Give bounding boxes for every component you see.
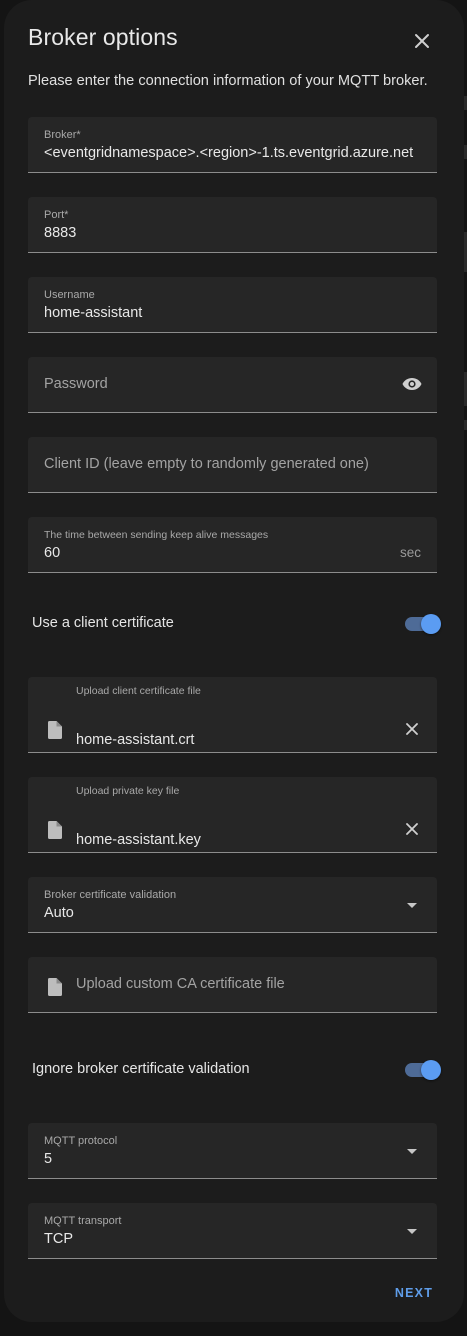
private-key-upload[interactable]: Upload private key file home-assistant.k… [28, 777, 437, 853]
remove-private-key-button[interactable] [401, 818, 423, 840]
client-certificate-upload[interactable]: Upload client certificate file home-assi… [28, 677, 437, 753]
cert-validation-value: Auto [44, 905, 74, 921]
username-label: Username [44, 289, 95, 301]
client-certificate-row: Use a client certificate [32, 611, 441, 639]
client-certificate-upload-label: Upload client certificate file [76, 685, 201, 697]
password-input[interactable]: Password [44, 376, 108, 392]
mqtt-protocol-value: 5 [44, 1151, 52, 1167]
keepalive-input[interactable]: 60 [44, 545, 60, 561]
next-button[interactable]: NEXT [384, 1279, 444, 1307]
private-key-filename: home-assistant.key [76, 832, 201, 848]
client-certificate-label: Use a client certificate [32, 615, 174, 631]
ignore-validation-label: Ignore broker certificate validation [32, 1061, 250, 1077]
chevron-down-icon [401, 1220, 423, 1242]
cert-validation-select[interactable]: Broker certificate validation Auto [28, 877, 437, 933]
dialog-description: Please enter the connection information … [28, 73, 428, 89]
ignore-validation-row: Ignore broker certificate validation [32, 1057, 441, 1085]
chevron-down-icon [401, 1140, 423, 1162]
ca-certificate-upload-label: Upload custom CA certificate file [76, 976, 285, 992]
keepalive-unit: sec [400, 545, 421, 560]
port-label: Port* [44, 209, 68, 221]
ca-certificate-upload[interactable]: Upload custom CA certificate file [28, 957, 437, 1013]
file-icon [46, 719, 64, 741]
close-icon [414, 33, 430, 49]
keepalive-label: The time between sending keep alive mess… [44, 529, 268, 541]
mqtt-protocol-label: MQTT protocol [44, 1135, 117, 1147]
broker-options-dialog: Broker options Please enter the connecti… [4, 0, 464, 1322]
username-field[interactable]: Username home-assistant [28, 277, 437, 333]
dialog-title: Broker options [28, 24, 178, 51]
file-icon [46, 819, 64, 841]
port-input[interactable]: 8883 [44, 225, 76, 241]
remove-client-certificate-button[interactable] [401, 718, 423, 740]
mqtt-protocol-select[interactable]: MQTT protocol 5 [28, 1123, 437, 1179]
broker-label: Broker* [44, 129, 81, 141]
ignore-validation-toggle[interactable] [405, 1059, 441, 1081]
broker-field[interactable]: Broker* <eventgridnamespace>.<region>-1.… [28, 117, 437, 173]
client-id-input[interactable]: Client ID (leave empty to randomly gener… [44, 456, 369, 472]
port-field[interactable]: Port* 8883 [28, 197, 437, 253]
eye-icon [402, 377, 422, 391]
keepalive-field[interactable]: The time between sending keep alive mess… [28, 517, 437, 573]
mqtt-transport-value: TCP [44, 1231, 73, 1247]
mqtt-transport-label: MQTT transport [44, 1215, 121, 1227]
broker-input[interactable]: <eventgridnamespace>.<region>-1.ts.event… [44, 145, 413, 161]
cert-validation-label: Broker certificate validation [44, 889, 176, 901]
toggle-thumb [421, 614, 441, 634]
close-icon [406, 823, 418, 835]
client-id-field[interactable]: Client ID (leave empty to randomly gener… [28, 437, 437, 493]
toggle-thumb [421, 1060, 441, 1080]
mqtt-transport-select[interactable]: MQTT transport TCP [28, 1203, 437, 1259]
file-icon [46, 976, 64, 998]
password-field[interactable]: Password [28, 357, 437, 413]
private-key-upload-label: Upload private key file [76, 785, 179, 797]
client-certificate-toggle[interactable] [405, 613, 441, 635]
show-password-button[interactable] [401, 373, 423, 395]
close-icon [406, 723, 418, 735]
client-certificate-filename: home-assistant.crt [76, 732, 194, 748]
close-button[interactable] [408, 27, 436, 55]
username-input[interactable]: home-assistant [44, 305, 142, 321]
chevron-down-icon [401, 894, 423, 916]
